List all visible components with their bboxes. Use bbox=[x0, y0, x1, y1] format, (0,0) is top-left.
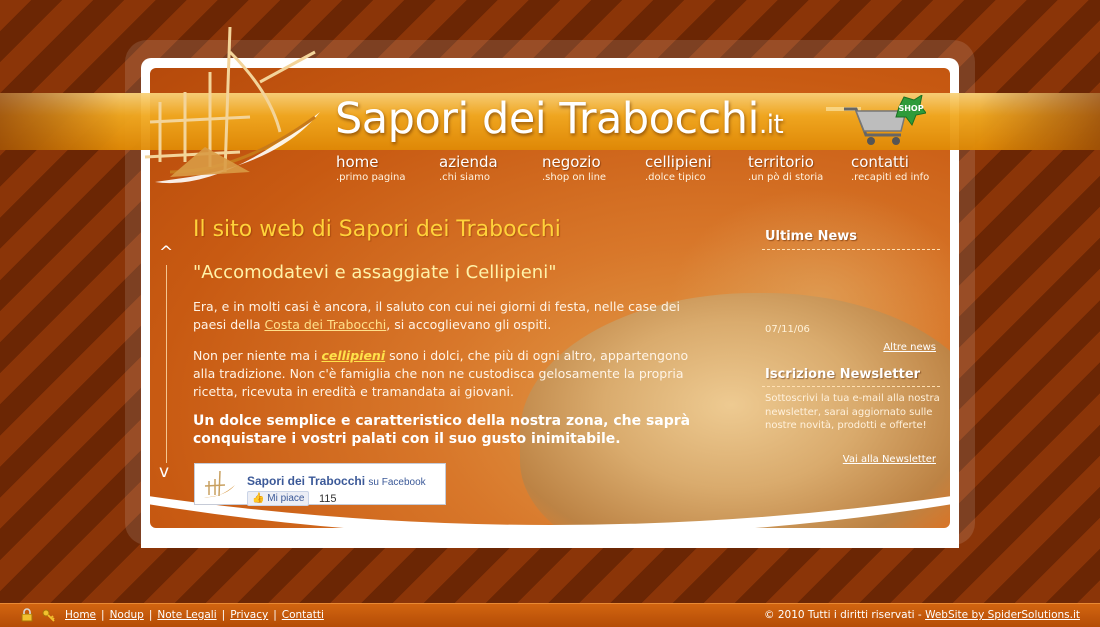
key-icon[interactable] bbox=[42, 608, 56, 622]
main-nav: home .primo pagina azienda .chi siamo nego… bbox=[336, 155, 954, 183]
newsletter-description: Sottoscrivi la tua e-mail alla nostra ne… bbox=[765, 393, 940, 431]
like-count: 115 bbox=[319, 493, 337, 505]
divider bbox=[762, 386, 940, 387]
nav-item-contatti[interactable]: contatti .recapiti ed info bbox=[851, 155, 954, 183]
footer: Home | Nodup | Note Legali | Privacy | Contatti … bbox=[0, 603, 1100, 627]
facebook-page-name[interactable]: Sapori dei Trabocchi su Facebook bbox=[247, 474, 426, 488]
nav-item-azienda[interactable]: azienda .chi siamo bbox=[439, 155, 542, 183]
nav-item-home[interactable]: home .primo pagina bbox=[336, 155, 439, 183]
lock-icon[interactable] bbox=[20, 608, 34, 622]
footer-link-nodup[interactable]: Nodup bbox=[110, 609, 144, 621]
footer-links: Home | Nodup | Note Legali | Privacy | Contatti bbox=[65, 609, 324, 621]
divider bbox=[762, 249, 940, 250]
nav-label: contatti bbox=[851, 153, 909, 171]
nav-label: azienda bbox=[439, 153, 498, 171]
cellipieni-link[interactable]: cellipieni bbox=[321, 348, 385, 363]
nav-label: home bbox=[336, 153, 379, 171]
shop-cart-icon[interactable]: SHOP bbox=[826, 95, 926, 147]
scroll-track bbox=[166, 265, 167, 463]
trabocco-logo[interactable] bbox=[130, 22, 330, 197]
page-title: Il sito web di Sapori dei Trabocchi bbox=[193, 217, 561, 242]
credit-link[interactable]: WebSite by SpiderSolutions.it bbox=[925, 609, 1080, 621]
scroll-up-arrow-icon[interactable]: ^ bbox=[159, 243, 173, 263]
page-logo-thumbnail-icon bbox=[204, 470, 235, 498]
newsletter-heading: Iscrizione Newsletter bbox=[765, 367, 921, 382]
news-date: 07/11/06 bbox=[765, 324, 810, 335]
nav-sublabel: .primo pagina bbox=[336, 172, 406, 183]
copyright: © 2010 Tutti i diritti riservati - WebSi… bbox=[764, 609, 1080, 621]
nav-sublabel: .un pò di storia bbox=[748, 172, 824, 183]
page-subtitle: "Accomodatevi e assaggiate i Cellipieni" bbox=[193, 262, 557, 283]
shop-badge: SHOP bbox=[898, 104, 923, 113]
footer-link-contatti[interactable]: Contatti bbox=[282, 609, 324, 621]
nav-sublabel: .chi siamo bbox=[439, 172, 490, 183]
nav-sublabel: .dolce tipico bbox=[645, 172, 706, 183]
nav-label: territorio bbox=[748, 153, 814, 171]
facebook-like-box: Sapori dei Trabocchi su Facebook 👍 Mi pi… bbox=[194, 463, 446, 506]
nav-sublabel: .shop on line bbox=[542, 172, 607, 183]
more-news-link[interactable]: Altre news bbox=[883, 342, 936, 353]
site-title[interactable]: Sapori dei Trabocchi.it bbox=[335, 94, 784, 144]
highlight-text: Un dolce semplice e caratteristico della… bbox=[193, 413, 691, 447]
facebook-like-button[interactable]: 👍 Mi piace bbox=[247, 491, 310, 506]
nav-label: negozio bbox=[542, 153, 601, 171]
footer-link-note-legali[interactable]: Note Legali bbox=[157, 609, 216, 621]
footer-link-home[interactable]: Home bbox=[65, 609, 96, 621]
nav-item-cellipieni[interactable]: cellipieni .dolce tipico bbox=[645, 155, 748, 183]
news-heading: Ultime News bbox=[765, 229, 858, 244]
newsletter-link[interactable]: Vai alla Newsletter bbox=[843, 454, 936, 465]
intro-paragraph: Era, e in molti casi è ancora, il saluto… bbox=[193, 299, 680, 332]
nav-item-negozio[interactable]: negozio .shop on line bbox=[542, 155, 645, 183]
footer-link-privacy[interactable]: Privacy bbox=[230, 609, 268, 621]
nav-sublabel: .recapiti ed info bbox=[851, 172, 930, 183]
nav-label: cellipieni bbox=[645, 153, 712, 171]
tradition-paragraph: Non per niente ma i cellipieni sono i do… bbox=[193, 348, 689, 399]
scroll-down-arrow-icon[interactable]: v bbox=[159, 462, 169, 482]
costa-trabocchi-link[interactable]: Costa dei Trabocchi bbox=[264, 317, 386, 332]
nav-item-territorio[interactable]: territorio .un pò di storia bbox=[748, 155, 851, 183]
